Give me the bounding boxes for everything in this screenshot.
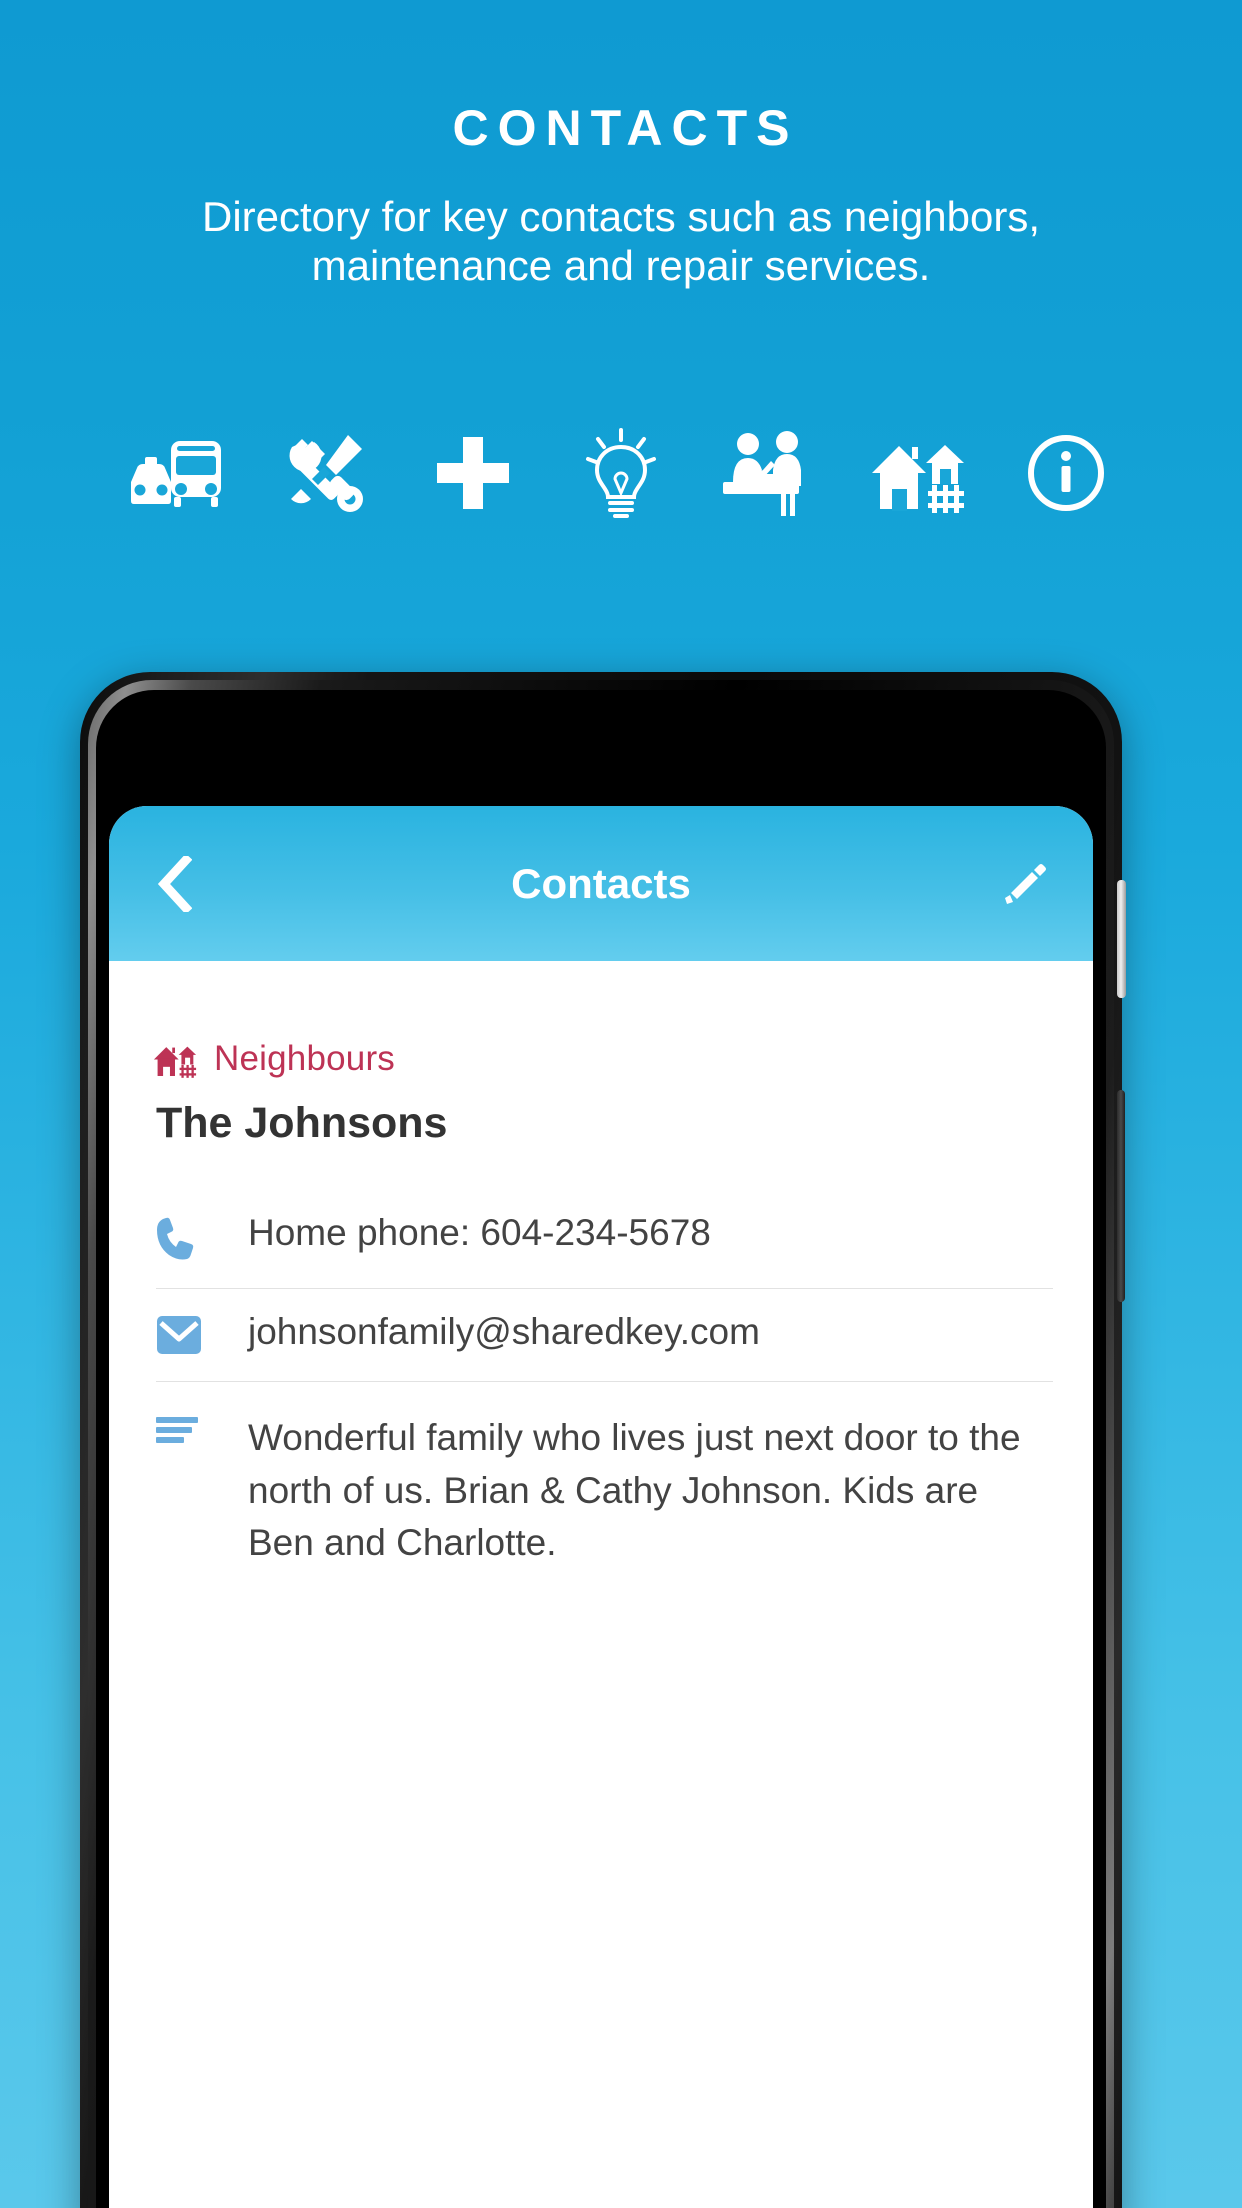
info-icon — [1011, 425, 1121, 521]
app-title: Contacts — [511, 859, 691, 907]
pencil-icon — [1005, 863, 1046, 904]
neighbours-houses-icon — [863, 425, 973, 521]
contact-notes-row[interactable]: Wonderful family who lives just next doo… — [156, 1382, 1053, 1596]
category-label: Neighbours — [214, 1039, 395, 1078]
page-subtitle: Directory for key contacts such as neigh… — [201, 193, 1041, 289]
contact-detail-list: Home phone: 604-234-5678 johnsonfamily@s… — [109, 1190, 1093, 1596]
email-value: johnsonfamily@sharedkey.com — [248, 1311, 760, 1352]
phone-icon — [156, 1212, 248, 1262]
promo-header: CONTACTS Directory for key contacts such… — [0, 0, 1242, 290]
back-button[interactable] — [143, 852, 207, 916]
edit-button[interactable] — [993, 852, 1057, 916]
app-header-bar: Contacts — [109, 806, 1093, 961]
transport-icon — [121, 425, 231, 521]
contact-phone-row[interactable]: Home phone: 604-234-5678 — [156, 1190, 1053, 1289]
feature-icon-strip — [121, 425, 1121, 521]
power-button[interactable] — [1117, 880, 1126, 998]
notes-value: Wonderful family who lives just next doo… — [248, 1417, 1021, 1564]
page-title: CONTACTS — [452, 100, 799, 156]
contact-category: Neighbours — [109, 961, 1093, 1079]
phone-mockup: Contacts Neighbours The Johnsons Home ph… — [80, 672, 1126, 2208]
lightbulb-icon — [566, 425, 676, 521]
contact-email-row[interactable]: johnsonfamily@sharedkey.com — [156, 1289, 1053, 1382]
volume-rocker-button[interactable] — [1117, 1090, 1125, 1302]
contact-detail-body: Neighbours The Johnsons Home phone: 604-… — [109, 961, 1093, 2208]
notes-icon — [156, 1412, 248, 1444]
app-screen: Contacts Neighbours The Johnsons Home ph… — [109, 806, 1093, 2208]
promo-screenshot: CONTACTS Directory for key contacts such… — [0, 0, 1242, 2208]
envelope-icon — [156, 1311, 248, 1355]
service-desk-icon — [714, 425, 824, 521]
phone-value: Home phone: 604-234-5678 — [248, 1212, 711, 1253]
chevron-left-icon — [158, 855, 192, 912]
tools-icon — [269, 425, 379, 521]
medical-plus-icon — [418, 425, 528, 521]
neighbours-houses-icon — [153, 1046, 197, 1078]
contact-name: The Johnsons — [156, 1099, 448, 1147]
